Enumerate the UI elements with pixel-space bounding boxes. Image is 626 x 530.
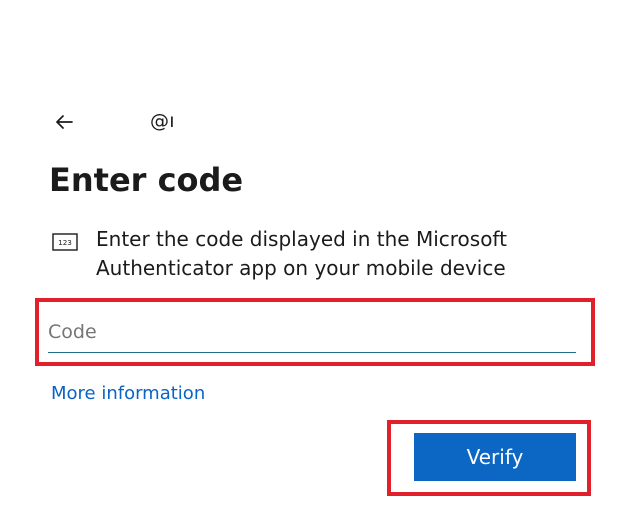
instruction-text: Enter the code displayed in the Microsof… [96,227,507,280]
numeric-code-icon: 123 [52,233,78,251]
verify-button[interactable]: Verify [414,433,576,481]
page-title: Enter code [49,161,244,199]
enter-code-page: @ı Enter code 123 Enter the code display… [0,0,626,530]
account-identity: @ı [150,110,175,132]
arrow-left-icon[interactable] [52,110,76,134]
back-row [52,106,76,138]
numeric-code-icon-text: 123 [58,238,72,247]
more-information-link[interactable]: More information [51,383,205,404]
instruction-row: 123 Enter the code displayed in the Micr… [52,225,532,283]
code-input[interactable] [48,312,576,353]
